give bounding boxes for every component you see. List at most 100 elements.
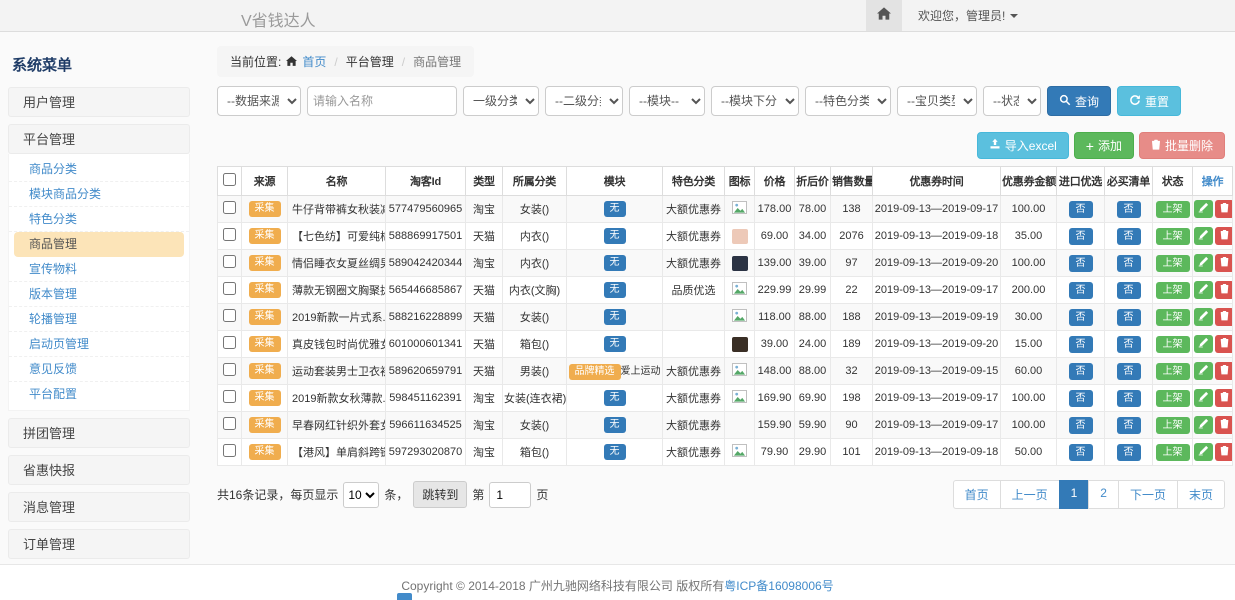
query-button[interactable]: 查询: [1047, 86, 1111, 116]
import-excel-button[interactable]: 导入excel: [977, 132, 1069, 159]
select-all-checkbox[interactable]: [223, 173, 236, 186]
sidebar-item[interactable]: 平台配置: [9, 382, 189, 407]
module-sub-category-select[interactable]: --模块下分类--: [711, 86, 799, 116]
sidebar-group-header-5[interactable]: 订单管理: [8, 529, 190, 559]
row-checkbox[interactable]: [223, 228, 236, 241]
imported-toggle-button[interactable]: 否: [1069, 444, 1093, 461]
edit-button[interactable]: [1194, 227, 1213, 245]
row-checkbox[interactable]: [223, 390, 236, 403]
row-checkbox[interactable]: [223, 309, 236, 322]
delete-button[interactable]: [1215, 200, 1233, 218]
sidebar-group-header-3[interactable]: 省惠快报: [8, 455, 190, 485]
delete-button[interactable]: [1215, 335, 1233, 353]
imported-toggle-button[interactable]: 否: [1069, 363, 1093, 380]
must-buy-toggle-button[interactable]: 否: [1117, 282, 1141, 299]
bulk-delete-button[interactable]: 批量删除: [1139, 132, 1225, 159]
status-button[interactable]: 上架: [1156, 363, 1190, 380]
breadcrumb-home-link[interactable]: 首页: [302, 53, 326, 70]
status-button[interactable]: 上架: [1156, 417, 1190, 434]
must-buy-toggle-button[interactable]: 否: [1117, 444, 1141, 461]
imported-toggle-button[interactable]: 否: [1069, 228, 1093, 245]
row-checkbox[interactable]: [223, 336, 236, 349]
delete-button[interactable]: [1215, 254, 1233, 272]
must-buy-toggle-button[interactable]: 否: [1117, 255, 1141, 272]
level2-category-select[interactable]: --二级分类--: [545, 86, 623, 116]
edit-button[interactable]: [1194, 416, 1213, 434]
imported-toggle-button[interactable]: 否: [1069, 336, 1093, 353]
sidebar-item[interactable]: 模块商品分类: [9, 182, 189, 207]
bottom-widget[interactable]: [397, 593, 412, 600]
imported-toggle-button[interactable]: 否: [1069, 417, 1093, 434]
sidebar-group-header-0[interactable]: 用户管理: [8, 87, 190, 117]
delete-button[interactable]: [1215, 416, 1233, 434]
page-button-上一页[interactable]: 上一页: [1000, 480, 1060, 509]
page-button-末页[interactable]: 末页: [1177, 480, 1225, 509]
delete-button[interactable]: [1215, 281, 1233, 299]
home-button[interactable]: [866, 0, 902, 31]
status-button[interactable]: 上架: [1156, 282, 1190, 299]
edit-button[interactable]: [1194, 254, 1213, 272]
imported-toggle-button[interactable]: 否: [1069, 282, 1093, 299]
page-button-1[interactable]: 1: [1059, 480, 1090, 509]
edit-button[interactable]: [1194, 443, 1213, 461]
edit-button[interactable]: [1194, 308, 1213, 326]
sidebar-group-header-4[interactable]: 消息管理: [8, 492, 190, 522]
delete-button[interactable]: [1215, 227, 1233, 245]
level1-category-select[interactable]: 一级分类: [463, 86, 539, 116]
edit-button[interactable]: [1194, 200, 1213, 218]
sidebar-item[interactable]: 宣传物料: [9, 257, 189, 282]
sidebar-group-header-1[interactable]: 平台管理: [8, 124, 190, 154]
sidebar-item[interactable]: 启动页管理: [9, 332, 189, 357]
item-type-select[interactable]: --宝贝类型--: [897, 86, 977, 116]
status-button[interactable]: 上架: [1156, 228, 1190, 245]
row-checkbox[interactable]: [223, 282, 236, 295]
status-button[interactable]: 上架: [1156, 336, 1190, 353]
must-buy-toggle-button[interactable]: 否: [1117, 363, 1141, 380]
status-button[interactable]: 上架: [1156, 255, 1190, 272]
status-select[interactable]: --状态--: [983, 86, 1041, 116]
data-source-select[interactable]: --数据来源--: [217, 86, 301, 116]
sidebar-item[interactable]: 商品分类: [9, 157, 189, 182]
delete-button[interactable]: [1215, 443, 1233, 461]
jump-page-input[interactable]: [489, 482, 531, 508]
imported-toggle-button[interactable]: 否: [1069, 201, 1093, 218]
imported-toggle-button[interactable]: 否: [1069, 309, 1093, 326]
must-buy-toggle-button[interactable]: 否: [1117, 309, 1141, 326]
status-button[interactable]: 上架: [1156, 201, 1190, 218]
delete-button[interactable]: [1215, 389, 1233, 407]
page-button-下一页[interactable]: 下一页: [1118, 480, 1178, 509]
sidebar-item[interactable]: 特色分类: [9, 207, 189, 232]
must-buy-toggle-button[interactable]: 否: [1117, 390, 1141, 407]
row-checkbox[interactable]: [223, 444, 236, 457]
delete-button[interactable]: [1215, 308, 1233, 326]
sidebar-group-header-2[interactable]: 拼团管理: [8, 418, 190, 448]
must-buy-toggle-button[interactable]: 否: [1117, 336, 1141, 353]
page-button-首页[interactable]: 首页: [953, 480, 1001, 509]
status-button[interactable]: 上架: [1156, 444, 1190, 461]
imported-toggle-button[interactable]: 否: [1069, 255, 1093, 272]
row-checkbox[interactable]: [223, 363, 236, 376]
edit-button[interactable]: [1194, 281, 1213, 299]
reset-button[interactable]: 重置: [1117, 86, 1181, 116]
row-checkbox[interactable]: [223, 417, 236, 430]
page-button-2[interactable]: 2: [1088, 480, 1119, 509]
row-checkbox[interactable]: [223, 255, 236, 268]
imported-toggle-button[interactable]: 否: [1069, 390, 1093, 407]
sidebar-item[interactable]: 意见反馈: [9, 357, 189, 382]
feature-category-select[interactable]: --特色分类--: [805, 86, 891, 116]
per-page-select[interactable]: 10: [343, 482, 379, 508]
user-menu[interactable]: 欢迎您，管理员!: [918, 0, 1018, 31]
sidebar-item[interactable]: 轮播管理: [9, 307, 189, 332]
must-buy-toggle-button[interactable]: 否: [1117, 417, 1141, 434]
edit-button[interactable]: [1194, 335, 1213, 353]
sidebar-item[interactable]: 商品管理: [14, 232, 184, 257]
sidebar-item[interactable]: 版本管理: [9, 282, 189, 307]
name-input[interactable]: [307, 86, 457, 116]
row-checkbox[interactable]: [223, 201, 236, 214]
icp-link[interactable]: 粤ICP备16098006号: [724, 579, 833, 593]
edit-button[interactable]: [1194, 362, 1213, 380]
must-buy-toggle-button[interactable]: 否: [1117, 228, 1141, 245]
module-select[interactable]: --模块--: [629, 86, 705, 116]
delete-button[interactable]: [1215, 362, 1233, 380]
status-button[interactable]: 上架: [1156, 390, 1190, 407]
